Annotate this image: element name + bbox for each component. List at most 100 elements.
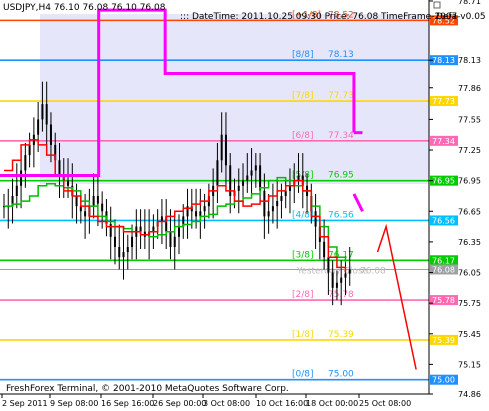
price-tick-label: 76.65 bbox=[458, 207, 481, 216]
price-tick-label: 77.86 bbox=[458, 84, 481, 93]
price-tick-label: 77.25 bbox=[458, 146, 481, 155]
murrey-level-label: [6/8] bbox=[292, 131, 314, 141]
current-price-tag-text: 76.08 bbox=[432, 265, 455, 274]
candle-body bbox=[263, 190, 266, 217]
candle-body bbox=[199, 211, 202, 217]
copyright-footer: FreshForex Terminal, © 2001-2010 MetaQuo… bbox=[6, 384, 289, 394]
murrey-level-label: [2/8] bbox=[292, 290, 314, 300]
candle-body bbox=[139, 226, 142, 232]
candle-body bbox=[101, 203, 104, 212]
candle-body bbox=[224, 134, 227, 166]
price-tick-label: 78.71 bbox=[458, 0, 481, 6]
price-tick-label: 74.86 bbox=[458, 390, 481, 399]
time-tick-label: 16 Sep 16:00 bbox=[101, 399, 154, 408]
murrey-level-value: 76.95 bbox=[328, 171, 354, 181]
murrey-level-tag-text: 75.78 bbox=[432, 296, 455, 305]
time-tick-label: 2 Sep 2011 bbox=[2, 399, 48, 408]
candle-body bbox=[67, 180, 70, 186]
chart-canvas[interactable]: [+1/8] 78.5278.52[8/8] 78.1378.13[7/8] 77.7… bbox=[0, 0, 489, 411]
candle-body bbox=[24, 155, 27, 171]
murrey-level-value: 77.34 bbox=[328, 131, 354, 141]
candle-body bbox=[327, 257, 330, 273]
price-tick-label: 75.75 bbox=[458, 299, 481, 308]
murrey-level-label: [0/8] bbox=[292, 370, 314, 380]
candle-body bbox=[79, 206, 82, 212]
candle-body bbox=[203, 206, 206, 212]
candle-body bbox=[335, 282, 338, 288]
candle-body bbox=[122, 252, 125, 258]
price-tick-label: 76.95 bbox=[458, 177, 481, 186]
candle-body bbox=[195, 211, 198, 217]
mt4-chart-window[interactable]: [+1/8] 78.52 78.52 [8/8] 78.13 78.13 [7/8] 77.7… bbox=[0, 0, 489, 411]
candle-body bbox=[113, 236, 116, 247]
symbol-line: USDJPY,H4 76.10 76.08 76.10 76.08 bbox=[3, 3, 166, 13]
murrey-level-label: [7/8] bbox=[292, 91, 314, 101]
price-tick-label: 76.35 bbox=[458, 238, 481, 247]
candle-body bbox=[20, 170, 23, 186]
candle-body bbox=[250, 170, 253, 176]
candle-body bbox=[92, 195, 95, 207]
murrey-level-value: 75.00 bbox=[328, 370, 354, 380]
murrey-level-value: 75.39 bbox=[328, 330, 354, 340]
murrey-level-tag-text: 75.00 bbox=[432, 376, 455, 385]
candle-body bbox=[314, 211, 317, 227]
murrey-level-tag-text: 75.39 bbox=[432, 336, 455, 345]
candle-body bbox=[169, 231, 172, 247]
candle-body bbox=[246, 175, 249, 181]
candle-body bbox=[45, 104, 48, 125]
candle-body bbox=[75, 195, 78, 207]
murrey-level-value: 78.13 bbox=[328, 50, 354, 60]
murrey-level-tag-text: 76.95 bbox=[432, 177, 455, 186]
time-tick-label: 9 Sep 08:00 bbox=[50, 399, 98, 408]
candle-body bbox=[284, 190, 287, 196]
price-tick-label: 75.15 bbox=[458, 360, 481, 369]
candle-body bbox=[118, 247, 121, 258]
candle-body bbox=[297, 175, 300, 181]
candle-body bbox=[96, 195, 99, 204]
candle-body bbox=[254, 165, 257, 171]
candle-body bbox=[280, 195, 283, 202]
murrey-level-tag-text: 78.13 bbox=[432, 56, 455, 65]
candle-body bbox=[178, 226, 180, 237]
candle-body bbox=[220, 134, 223, 161]
candle-body bbox=[84, 211, 87, 217]
murrey-level-tag-text: 77.73 bbox=[432, 97, 455, 106]
price-tick-label: 78.13 bbox=[458, 56, 481, 65]
candle-body bbox=[37, 119, 40, 135]
yesterday-close-value: 76.08 bbox=[360, 266, 386, 276]
candle-body bbox=[152, 226, 155, 232]
candle-body bbox=[237, 185, 240, 191]
murrey-level-label: [4/8] bbox=[292, 210, 314, 220]
time-tick-label: 18 Oct 00:00 bbox=[306, 399, 358, 408]
candle-body bbox=[28, 144, 31, 156]
murrey-level-label: [8/8] bbox=[292, 50, 314, 60]
price-tick-label: 75.45 bbox=[458, 330, 481, 339]
murrey-level-tag-text: 77.34 bbox=[432, 137, 455, 146]
murrey-level-value: 76.56 bbox=[328, 210, 354, 220]
murrey-level-tag-text: 76.56 bbox=[432, 216, 455, 225]
candle-body bbox=[340, 277, 343, 283]
candle-body bbox=[126, 247, 129, 253]
candle-body bbox=[276, 201, 279, 207]
murrey-level-value: 77.73 bbox=[328, 91, 354, 101]
time-tick-label: 10 Oct 16:00 bbox=[256, 399, 308, 408]
candle-body bbox=[331, 272, 334, 288]
candle-body bbox=[15, 185, 18, 196]
time-tick-label: 26 Sep 00:00 bbox=[153, 399, 206, 408]
candle-body bbox=[216, 160, 219, 186]
murrey-level-label: [3/8] bbox=[292, 250, 314, 260]
candle-body bbox=[160, 216, 163, 222]
candle-body bbox=[348, 269, 351, 274]
candle-body bbox=[288, 185, 291, 191]
murrey-level-tag-text: 76.17 bbox=[432, 256, 455, 265]
candle-body bbox=[259, 165, 262, 191]
price-tick-label: 77.55 bbox=[458, 115, 481, 124]
candle-body bbox=[58, 160, 61, 176]
candle-body bbox=[49, 124, 52, 145]
default-label: Defa bbox=[436, 12, 457, 22]
time-tick-label: 3 Oct 08:00 bbox=[203, 399, 250, 408]
candle-body bbox=[271, 206, 274, 212]
candle-body bbox=[323, 241, 326, 258]
candle-body bbox=[173, 236, 176, 247]
candle-body bbox=[344, 273, 347, 278]
